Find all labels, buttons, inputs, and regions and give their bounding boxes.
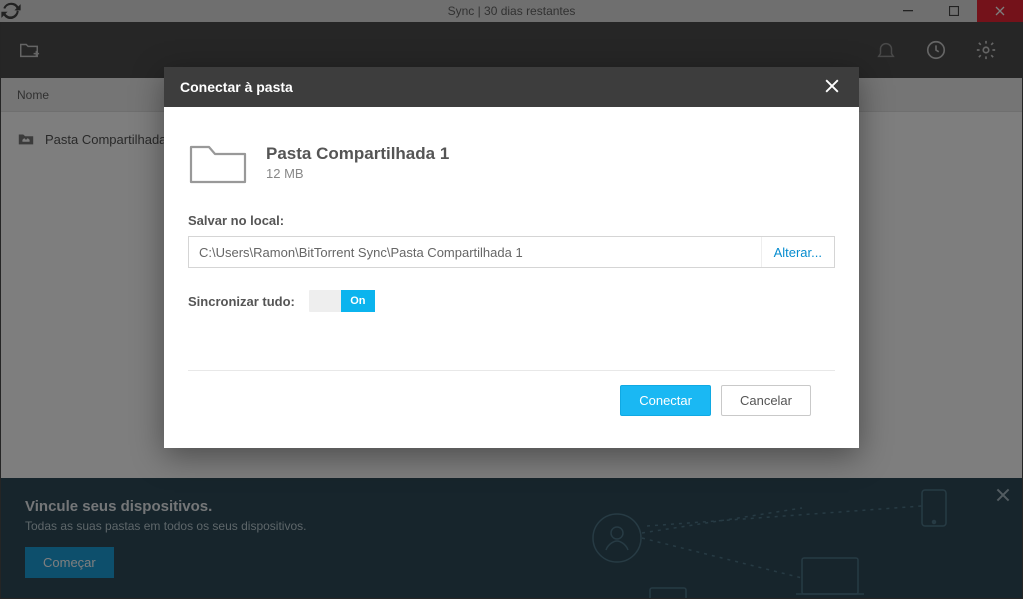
- folder-size: 12 MB: [266, 166, 449, 181]
- modal-footer: Conectar Cancelar: [188, 370, 835, 430]
- sync-all-toggle[interactable]: On: [309, 290, 375, 312]
- sync-all-row: Sincronizar tudo: On: [188, 290, 835, 312]
- connect-button[interactable]: Conectar: [620, 385, 711, 416]
- save-location-label: Salvar no local:: [188, 213, 835, 228]
- modal-close-button[interactable]: [821, 75, 843, 100]
- folder-info: Pasta Compartilhada 1 12 MB: [188, 137, 835, 187]
- folder-icon: [188, 137, 248, 187]
- cancel-button[interactable]: Cancelar: [721, 385, 811, 416]
- folder-name: Pasta Compartilhada 1: [266, 144, 449, 164]
- path-input[interactable]: [189, 237, 761, 267]
- sync-all-label: Sincronizar tudo:: [188, 294, 295, 309]
- modal-title: Conectar à pasta: [180, 79, 293, 95]
- modal-header: Conectar à pasta: [164, 67, 859, 107]
- connect-folder-modal: Conectar à pasta Pasta Compartilhada 1 1…: [164, 67, 859, 448]
- toggle-state-label: On: [341, 290, 375, 312]
- change-path-button[interactable]: Alterar...: [761, 237, 834, 267]
- modal-overlay: Conectar à pasta Pasta Compartilhada 1 1…: [0, 0, 1023, 599]
- path-input-row: Alterar...: [188, 236, 835, 268]
